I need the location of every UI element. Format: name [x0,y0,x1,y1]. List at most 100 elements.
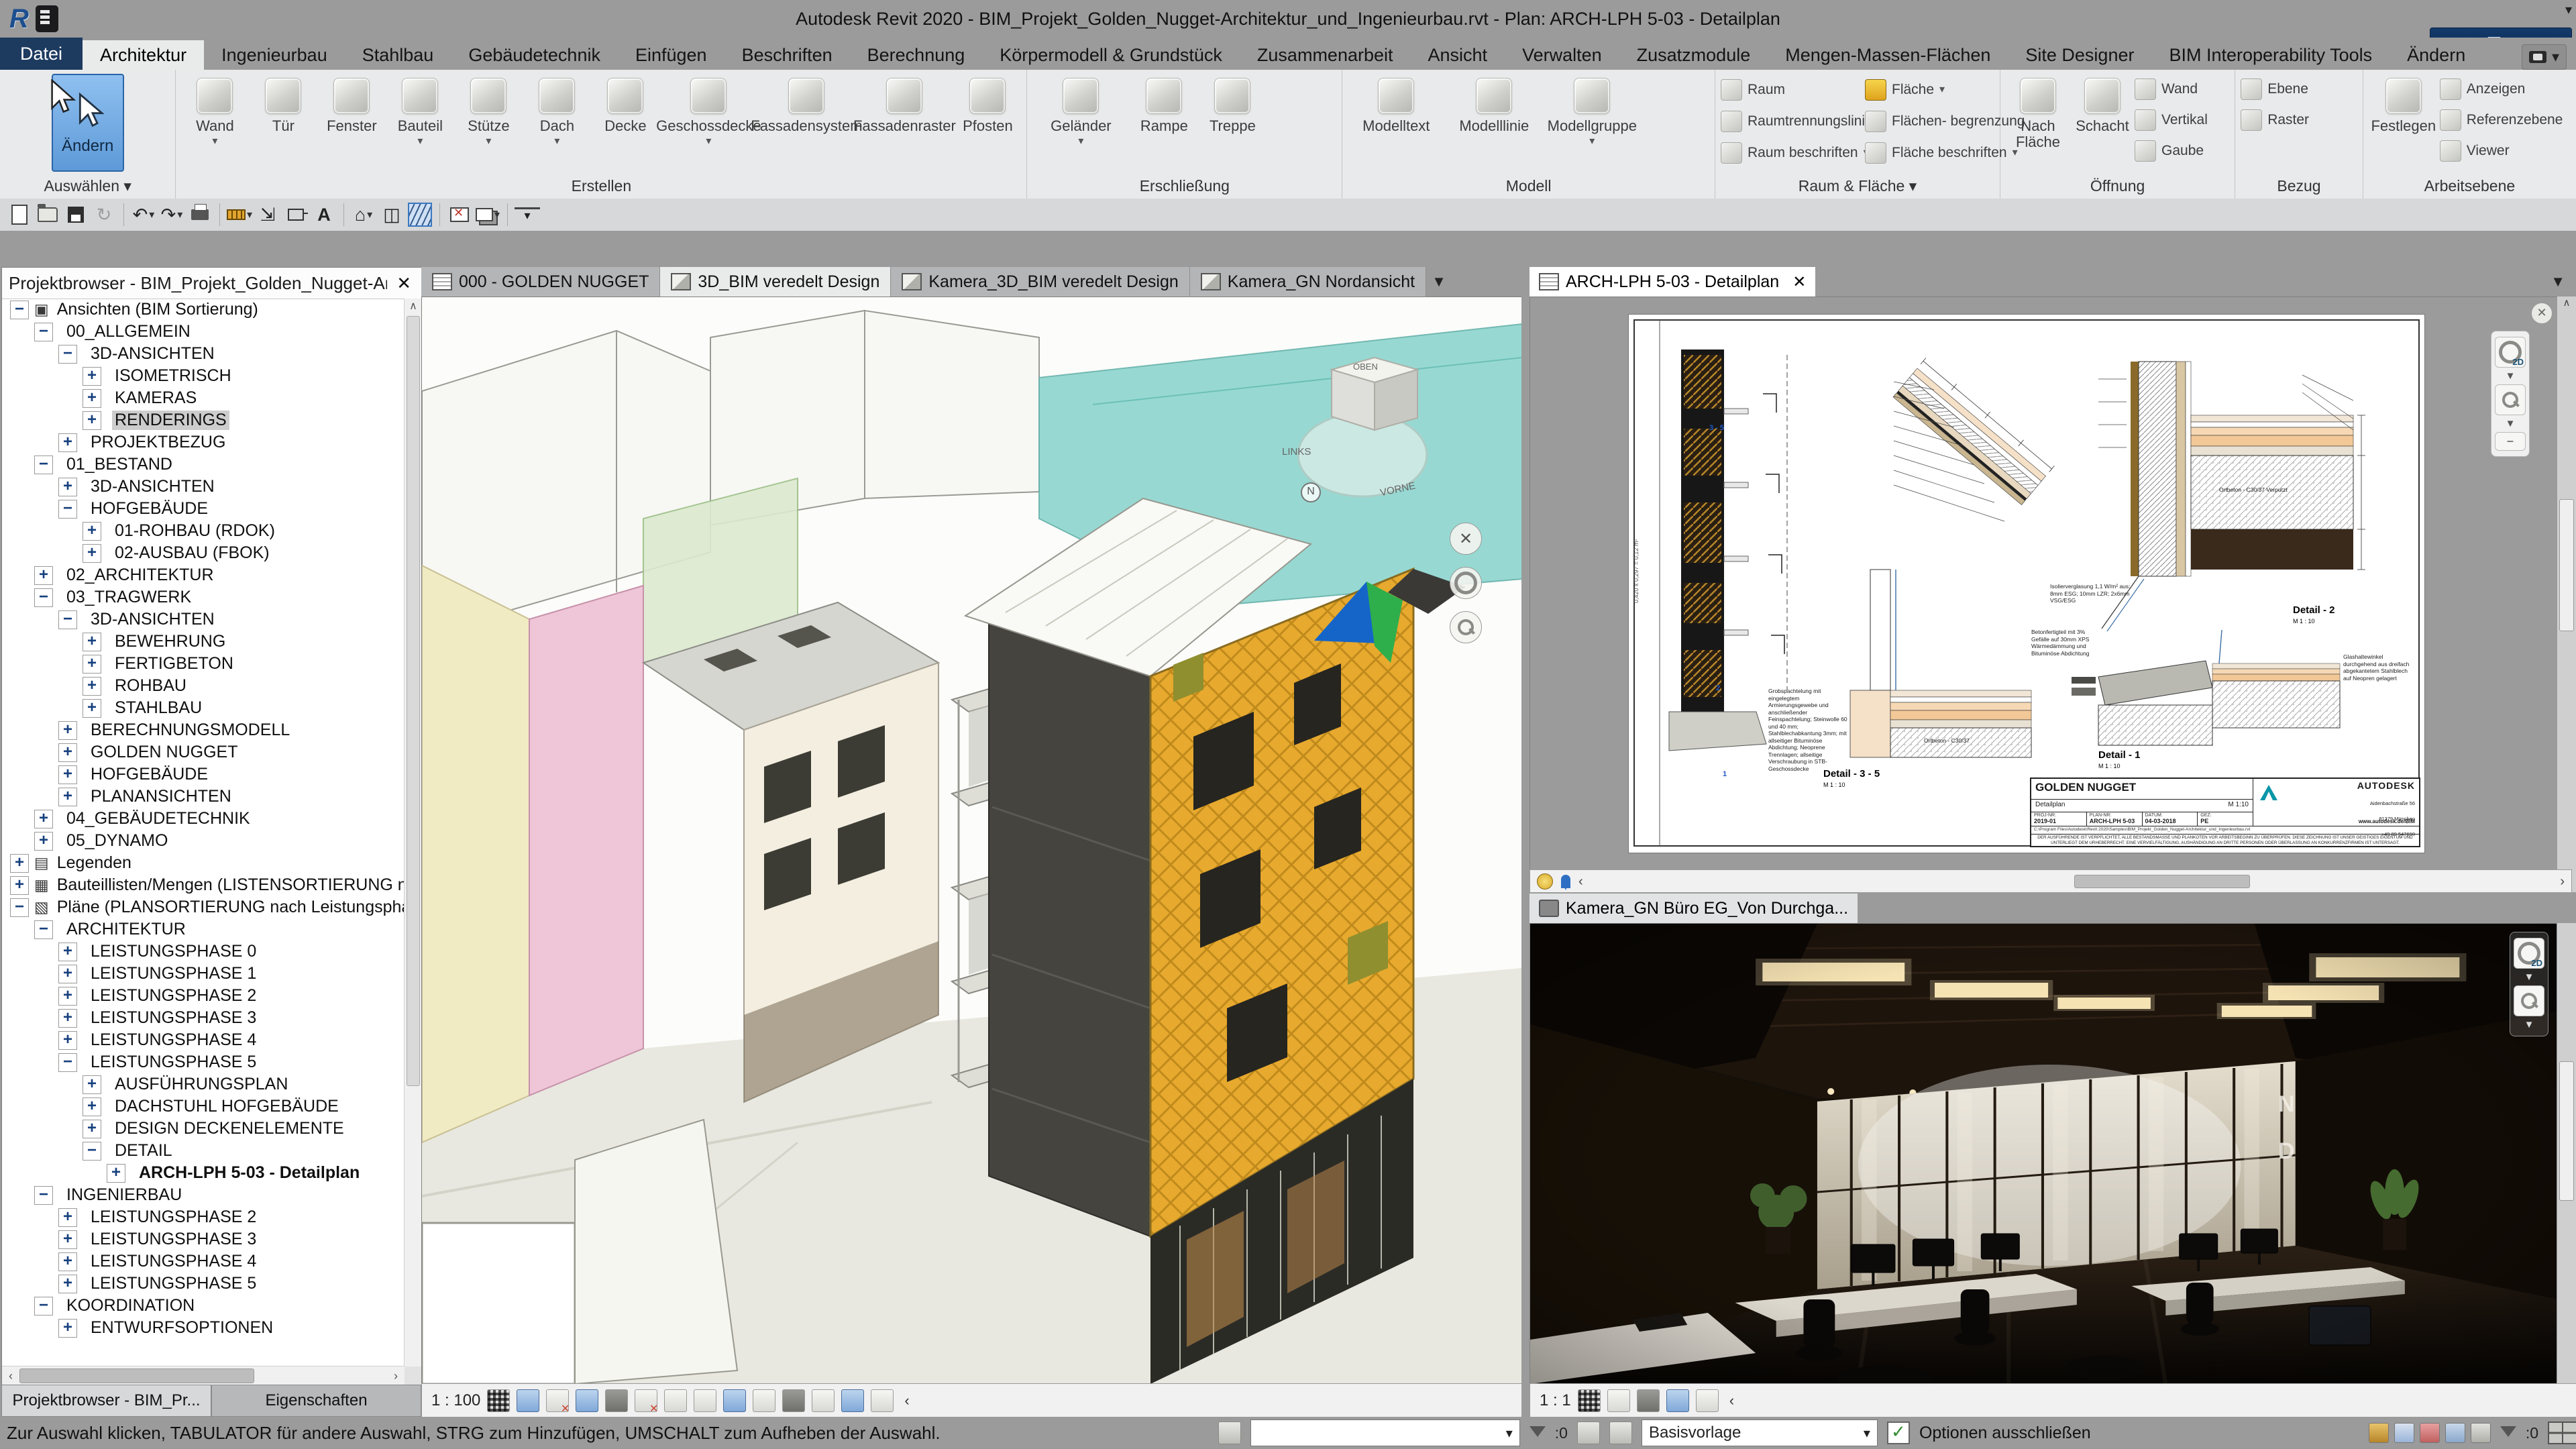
tab-datei[interactable]: Datei [0,38,83,70]
tree-item[interactable]: + ENTWURFSOPTIONEN [2,1317,405,1339]
tree-expand-icon[interactable]: + [83,544,101,563]
tree-item[interactable]: + PLANANSICHTEN [2,786,405,808]
tree-expand-icon[interactable]: + [83,367,101,386]
shadows-off-icon[interactable] [605,1389,628,1412]
selection-filter-icon[interactable] [2500,1426,2516,1445]
viewcube-north-indicator[interactable]: N [1301,482,1321,502]
tree-expand-icon[interactable]: − [58,1053,77,1072]
ribbon-button[interactable]: Modelllinie [1446,74,1542,173]
ribbon-button[interactable]: Wand [2135,74,2208,105]
workset-select[interactable]: ▾ [1250,1419,1520,1446]
temporary-hide-isolate-icon[interactable] [723,1389,746,1412]
tree-expand-icon[interactable]: + [83,655,101,674]
tree-item[interactable]: + LEISTUNGSPHASE 3 [2,1228,405,1250]
visual-style-icon[interactable] [1637,1389,1660,1412]
ribbon-button-schacht[interactable]: Schacht [2072,74,2133,173]
ribbon-button[interactable]: Tür [250,74,317,173]
tree-item[interactable]: + LEISTUNGSPHASE 4 [2,1029,405,1051]
tree-item[interactable]: + GOLDEN NUGGET [2,741,405,763]
tree-expand-icon[interactable]: + [58,788,77,806]
section-icon[interactable]: ◫ [379,201,405,229]
measure-icon[interactable]: ▾ [227,201,252,229]
tree-expand-icon[interactable]: + [58,1009,77,1028]
tree-expand-icon[interactable]: + [58,765,77,784]
ribbon-button-nach-flaeche[interactable]: Nach Fläche [2006,74,2070,173]
tree-item[interactable]: + DESIGN DECKENELEMENTE [2,1118,405,1140]
view-tab-list-caret-icon[interactable]: ▼ [1432,273,1446,290]
editing-requests-icon[interactable] [2369,1423,2389,1443]
ribbon-button[interactable]: Decke [592,74,659,173]
tree-item[interactable]: + 02-AUSBAU (FBOK) [2,542,405,564]
ribbon-tab[interactable]: Mengen-Massen-Flächen [1768,40,2008,70]
ribbon-button[interactable]: Pfosten [954,74,1021,173]
tree-item[interactable]: − 3D-ANSICHTEN [2,343,405,365]
ribbon-tab[interactable]: Site Designer [2008,40,2151,70]
tree-item[interactable]: − 03_TRAGWERK [2,586,405,608]
tree-expand-icon[interactable]: + [83,1097,101,1116]
project-browser-vscrollbar[interactable]: ∧ [404,299,422,1366]
tree-item[interactable]: − ARCHITEKTUR [2,918,405,941]
tree-expand-icon[interactable]: + [83,1075,101,1094]
tree-item[interactable]: + FERTIGBETON [2,653,405,675]
wheel-caret-icon[interactable]: ▼ [2524,971,2534,983]
tree-expand-icon[interactable]: + [107,1164,125,1183]
tree-item[interactable]: − 00_ALLGEMEIN [2,321,405,343]
collapse-icon[interactable]: ‹ [1578,874,1583,890]
zoom-region-icon[interactable] [2514,985,2544,1016]
detail-level-icon[interactable] [1607,1389,1630,1412]
group-label-raum-flaeche[interactable]: Raum & Fläche ▾ [1715,173,2000,199]
scale-icon[interactable] [1578,1389,1601,1412]
ribbon-button-flaeche-beschriften[interactable]: Fläche beschriften ▾ [1865,138,2002,168]
ribbon-button[interactable]: Modelltext [1348,74,1444,173]
reveal-hidden-elements-icon[interactable] [753,1389,775,1412]
zoom-region-icon[interactable] [2495,384,2526,415]
tag-by-category-icon[interactable] [283,201,309,229]
tree-expand-icon[interactable]: − [34,323,53,341]
redo-icon[interactable]: ↷▾ [159,201,184,229]
ribbon-button[interactable]: Raster [2241,105,2309,136]
worksharing-display-icon[interactable] [782,1389,805,1412]
save-icon[interactable] [63,201,89,229]
tree-item[interactable]: + BEWEHRUNG [2,631,405,653]
crop-view-off-icon[interactable] [635,1389,657,1412]
tree-expand-icon[interactable]: + [58,1230,77,1249]
tree-expand-icon[interactable]: + [34,832,53,851]
close-view-icon[interactable]: ✕ [1792,272,1806,292]
panel-grid-icon[interactable] [2548,1421,2576,1444]
tree-item[interactable]: + 3D-ANSICHTEN [2,476,405,498]
tree-expand-icon[interactable]: + [83,699,101,718]
sheet-view-tab[interactable]: ARCH-LPH 5-03 - Detailplan ✕ [1529,267,1815,297]
tree-expand-icon[interactable]: + [58,943,77,961]
tree-expand-icon[interactable]: + [58,965,77,983]
tree-item[interactable]: + LEISTUNGSPHASE 1 [2,963,405,985]
ribbon-button[interactable]: Vertikal [2135,105,2208,136]
tree-expand-icon[interactable]: + [34,566,53,585]
aligned-dimension-icon[interactable]: ⇲ [255,201,280,229]
tree-item[interactable]: + LEISTUNGSPHASE 4 [2,1250,405,1273]
ribbon-tab[interactable]: Stahlbau [345,40,451,70]
tree-expand-icon[interactable]: + [83,633,101,651]
tree-item[interactable]: − LEISTUNGSPHASE 5 [2,1051,405,1073]
tree-expand-icon[interactable]: − [58,500,77,519]
tree-item[interactable]: + LEISTUNGSPHASE 3 [2,1007,405,1029]
tree-item[interactable]: + ROHBAU [2,675,405,697]
camera-vscrollbar[interactable] [2557,923,2576,1383]
scale-button[interactable]: 1 : 1 [1540,1391,1571,1410]
tree-expand-icon[interactable]: − [83,1142,101,1161]
tree-expand-icon[interactable]: + [58,987,77,1006]
tree-item[interactable]: − INGENIERBAU [2,1184,405,1206]
tree-expand-icon[interactable]: + [58,721,77,740]
panel-splitter[interactable] [1521,267,1529,1417]
close-hidden-windows-icon[interactable] [447,201,472,229]
tree-expand-icon[interactable]: + [34,810,53,828]
ribbon-tab[interactable]: Ändern [2390,40,2483,70]
scale-icon[interactable] [487,1389,510,1412]
tree-item[interactable]: + 02_ARCHITEKTUR [2,564,405,586]
ribbon-button[interactable]: Ebene [2241,74,2309,105]
thin-lines-icon[interactable] [407,201,433,229]
ribbon-button-flaechenbegrenzung[interactable]: Flächen- begrenzung [1865,106,2002,137]
tree-item[interactable]: + PROJEKTBEZUG [2,431,405,453]
viewcube-left-label[interactable]: LINKS [1282,446,1311,458]
tree-expand-icon[interactable]: − [58,345,77,364]
ribbon-tab[interactable]: Einfügen [618,40,724,70]
